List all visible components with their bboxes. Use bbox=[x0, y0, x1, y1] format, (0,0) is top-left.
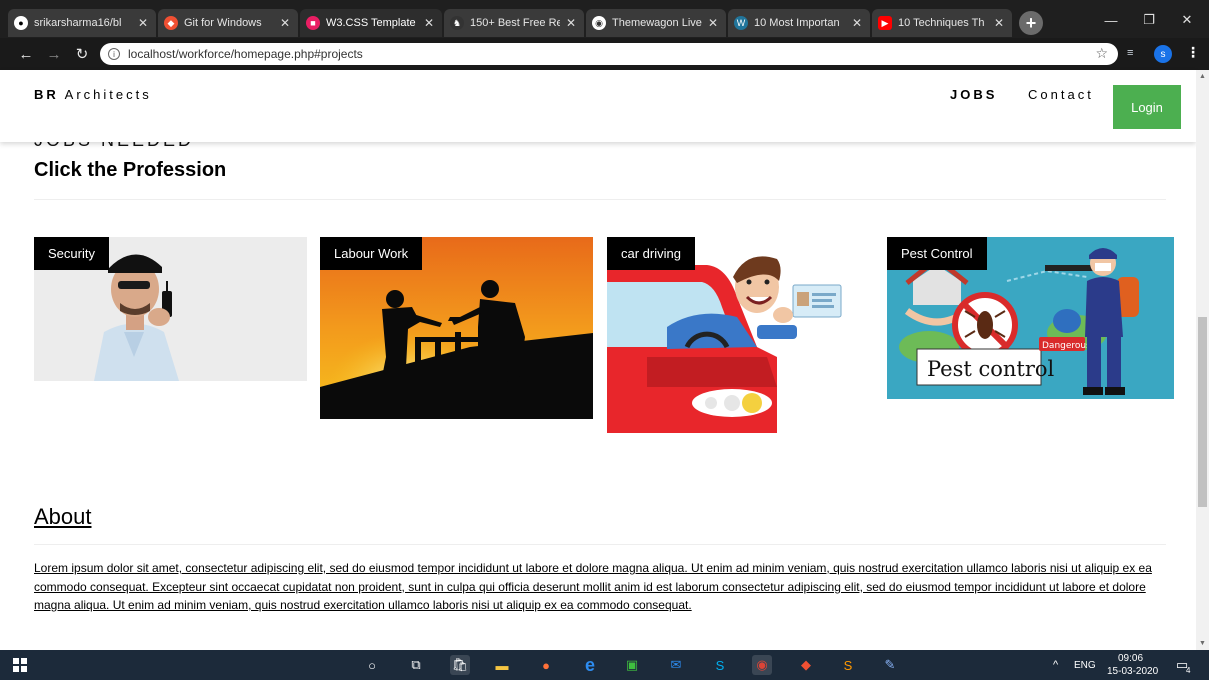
about-title: About bbox=[34, 504, 92, 529]
close-tab-icon[interactable]: ✕ bbox=[992, 16, 1006, 30]
chrome-icon[interactable]: ◉ bbox=[752, 655, 772, 675]
section-title: Click the Profession bbox=[34, 159, 227, 181]
site-brand[interactable]: BR Architects bbox=[34, 87, 152, 102]
tab-title: 10 Most Importan bbox=[754, 17, 840, 29]
card-label: Labour Work bbox=[320, 237, 423, 270]
browser-tab[interactable]: ♞ 150+ Best Free Re ✕ bbox=[444, 9, 584, 37]
nav-jobs-link[interactable]: JOBS bbox=[950, 87, 997, 102]
windows-start-icon[interactable] bbox=[10, 655, 30, 675]
mail-icon[interactable]: ✉ bbox=[666, 655, 686, 675]
browser-tab-active[interactable]: ■ W3.CSS Template ✕ bbox=[300, 9, 442, 37]
github-icon: ● bbox=[14, 16, 28, 30]
close-tab-icon[interactable]: ✕ bbox=[706, 16, 720, 30]
browser-tab[interactable]: ◉ Themewagon Live ✕ bbox=[586, 9, 726, 37]
bookmark-star-icon[interactable]: ☆ bbox=[1095, 45, 1108, 62]
scrollbar-thumb[interactable] bbox=[1198, 317, 1207, 507]
close-tab-icon[interactable]: ✕ bbox=[564, 16, 578, 30]
horse-icon: ♞ bbox=[450, 16, 464, 30]
address-bar[interactable]: i localhost/workforce/homepage.php#proje… bbox=[100, 43, 1118, 65]
tab-title: srikarsharma16/bl bbox=[34, 17, 122, 29]
task-view-icon[interactable]: ⧉ bbox=[406, 655, 426, 675]
dangerous-badge-text: Dangerous bbox=[1042, 341, 1091, 351]
clock-date[interactable]: 15-03-2020 bbox=[1107, 666, 1158, 677]
firefox-icon[interactable]: ● bbox=[536, 655, 556, 675]
close-tab-icon[interactable]: ✕ bbox=[136, 16, 150, 30]
clock-time[interactable]: 09:06 bbox=[1118, 653, 1143, 664]
browser-tab[interactable]: W 10 Most Importan ✕ bbox=[728, 9, 870, 37]
wordpress-icon: W bbox=[734, 16, 748, 30]
forward-arrow-icon[interactable]: → bbox=[44, 44, 64, 64]
pest-control-sign-text: Pest control bbox=[927, 357, 1055, 381]
close-tab-icon[interactable]: ✕ bbox=[278, 16, 292, 30]
profession-card-security[interactable]: Security bbox=[34, 237, 307, 381]
sublime-text-icon[interactable]: S bbox=[838, 655, 858, 675]
tab-title: 150+ Best Free Re bbox=[470, 17, 560, 29]
divider bbox=[34, 544, 1166, 545]
browser-tab[interactable]: ● srikarsharma16/bl ✕ bbox=[8, 9, 156, 37]
back-arrow-icon[interactable]: ← bbox=[16, 44, 36, 64]
info-icon[interactable]: i bbox=[108, 48, 120, 60]
browser-tab[interactable]: ◆ Git for Windows ✕ bbox=[158, 9, 298, 37]
close-tab-icon[interactable]: ✕ bbox=[850, 16, 864, 30]
about-text[interactable]: Lorem ipsum dolor sit amet, consectetur … bbox=[34, 559, 1166, 615]
tray-chevron-icon[interactable]: ^ bbox=[1053, 659, 1058, 671]
store-icon[interactable]: 🛍 bbox=[450, 655, 470, 675]
tab-title: Themewagon Live bbox=[612, 17, 702, 29]
page-viewport: JOBS NEEDED Click the Profession Securit… bbox=[0, 70, 1196, 650]
brand-rest: Architects bbox=[58, 87, 152, 102]
tab-title: Git for Windows bbox=[184, 17, 262, 29]
skype-icon[interactable]: S bbox=[710, 655, 730, 675]
language-indicator[interactable]: ENG bbox=[1074, 660, 1096, 671]
scroll-up-icon[interactable]: ▲ bbox=[1196, 73, 1209, 80]
browser-tab[interactable]: ▶ 10 Techniques Th ✕ bbox=[872, 9, 1012, 37]
minimize-icon[interactable]: — bbox=[1094, 8, 1128, 32]
edge-icon[interactable]: e bbox=[580, 655, 600, 675]
globe-icon: ◉ bbox=[592, 16, 606, 30]
tab-title: 10 Techniques Th bbox=[898, 17, 985, 29]
close-tab-icon[interactable]: ✕ bbox=[422, 16, 436, 30]
cortana-search-icon[interactable]: ○ bbox=[362, 655, 382, 675]
profession-card-car-driving[interactable]: car driving bbox=[607, 237, 843, 433]
scroll-down-icon[interactable]: ▼ bbox=[1196, 640, 1209, 647]
reload-icon[interactable]: ↻ bbox=[72, 44, 92, 64]
browser-menu-icon[interactable]: ⋮ bbox=[1186, 44, 1200, 61]
close-window-icon[interactable]: ✕ bbox=[1170, 8, 1204, 32]
card-label: Pest Control bbox=[887, 237, 987, 270]
restore-icon[interactable]: ❐ bbox=[1132, 8, 1166, 32]
browser-toolbar: ← → ↻ i localhost/workforce/homepage.php… bbox=[0, 38, 1209, 70]
git-icon[interactable]: ◆ bbox=[796, 655, 816, 675]
page-scrollbar[interactable]: ▲ ▼ bbox=[1196, 70, 1209, 650]
youtube-icon: ▶ bbox=[878, 16, 892, 30]
w3css-icon: ■ bbox=[306, 16, 320, 30]
login-button[interactable]: Login bbox=[1113, 85, 1181, 129]
git-icon: ◆ bbox=[164, 16, 178, 30]
snipping-tool-icon[interactable]: ✎ bbox=[880, 655, 900, 675]
notification-count: 4 bbox=[1186, 666, 1191, 675]
windows-taskbar: ○ ⧉ 🛍 ▬ ● e ▣ ✉ S ◉ ◆ S ✎ ^ ENG 09:06 15… bbox=[0, 650, 1209, 680]
nav-contact-link[interactable]: Contact bbox=[1028, 87, 1094, 102]
profile-avatar[interactable]: s bbox=[1154, 45, 1172, 63]
card-label: car driving bbox=[607, 237, 695, 270]
profession-card-labour-work[interactable]: Labour Work bbox=[320, 237, 593, 419]
file-explorer-icon[interactable]: ▬ bbox=[492, 655, 512, 675]
site-navbar: BR Architects JOBS Contact Login bbox=[0, 70, 1196, 142]
card-label: Security bbox=[34, 237, 109, 270]
notes-icon[interactable]: ▣ bbox=[622, 655, 642, 675]
profession-card-pest-control[interactable]: Pest control Dangerous Pest Control bbox=[887, 237, 1174, 399]
brand-bold: BR bbox=[34, 87, 59, 102]
new-tab-button[interactable]: + bbox=[1019, 11, 1043, 35]
tab-title: W3.CSS Template bbox=[326, 17, 416, 29]
url-text: localhost/workforce/homepage.php#project… bbox=[128, 47, 363, 61]
extension-icon[interactable]: ≡ bbox=[1127, 47, 1133, 63]
divider bbox=[34, 199, 1166, 200]
